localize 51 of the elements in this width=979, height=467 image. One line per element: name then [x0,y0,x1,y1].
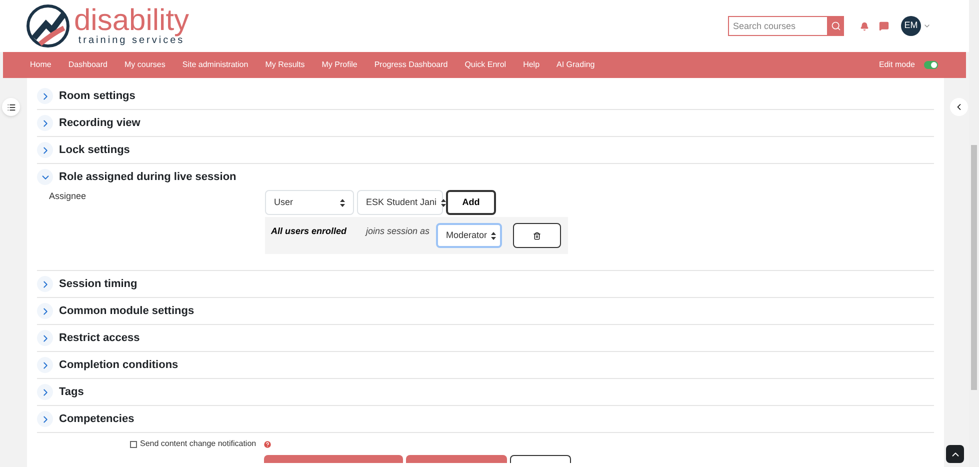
role-select[interactable]: Moderator [436,223,502,248]
logo-title: disability [74,6,190,36]
section-title[interactable]: Room settings [59,88,136,104]
edit-mode-label: Edit mode [878,59,915,71]
section-toggle[interactable] [37,411,53,427]
assignee-type-select[interactable]: User [265,190,354,215]
section-toggle[interactable] [37,276,53,292]
section-toggle[interactable] [37,142,53,158]
notification-icon[interactable] [860,22,869,30]
joins-text: joins session as [366,225,431,238]
checkbox[interactable] [130,440,137,448]
drawer-button[interactable] [2,98,20,116]
section-title[interactable]: Restrict access [59,330,140,346]
delete-button[interactable] [513,223,561,248]
search-field[interactable]: Search courses [728,16,828,36]
assignee-name: All users enrolled [271,225,348,238]
person-select[interactable]: ESK Student Jani [357,190,443,215]
add-button[interactable]: Add [446,190,496,215]
edit-mode-toggle[interactable] [924,61,938,69]
back-to-top-button[interactable] [946,445,964,463]
message-icon[interactable] [879,21,889,31]
section-title[interactable]: Completion conditions [59,356,178,374]
section-title[interactable]: Common module settings [59,302,194,320]
sort-icon [491,232,496,240]
section-toggle[interactable] [37,303,53,319]
section-toggle[interactable] [37,330,53,346]
section-title[interactable]: Recording view [59,114,140,132]
field-label: Assignee [49,190,88,203]
section-title[interactable]: Role assigned during live session [59,168,236,186]
section-title[interactable]: Lock settings [59,142,130,158]
section-title[interactable]: Competencies [59,410,134,428]
search-icon [831,21,841,31]
list-icon [6,102,16,112]
help-icon[interactable] [263,440,272,448]
section-toggle[interactable] [37,384,53,400]
section-toggle[interactable] [37,115,53,131]
logo-subtitle: training services [78,36,185,46]
section-title[interactable]: Tags [59,384,84,400]
section-toggle[interactable] [37,169,53,185]
logo-icon [26,4,70,48]
avatar[interactable]: EM [901,16,921,36]
checkbox-label: Send content change notification [140,438,256,450]
search-button[interactable] [828,16,844,36]
caret-icon[interactable] [923,22,931,30]
cancel-button[interactable] [510,455,571,463]
section-title[interactable]: Session timing [59,276,138,292]
trash-icon [533,232,541,240]
section-toggle[interactable] [37,88,53,104]
drawer-toggle[interactable] [950,98,968,116]
section-toggle[interactable] [37,357,53,373]
sort-icon [340,198,345,206]
